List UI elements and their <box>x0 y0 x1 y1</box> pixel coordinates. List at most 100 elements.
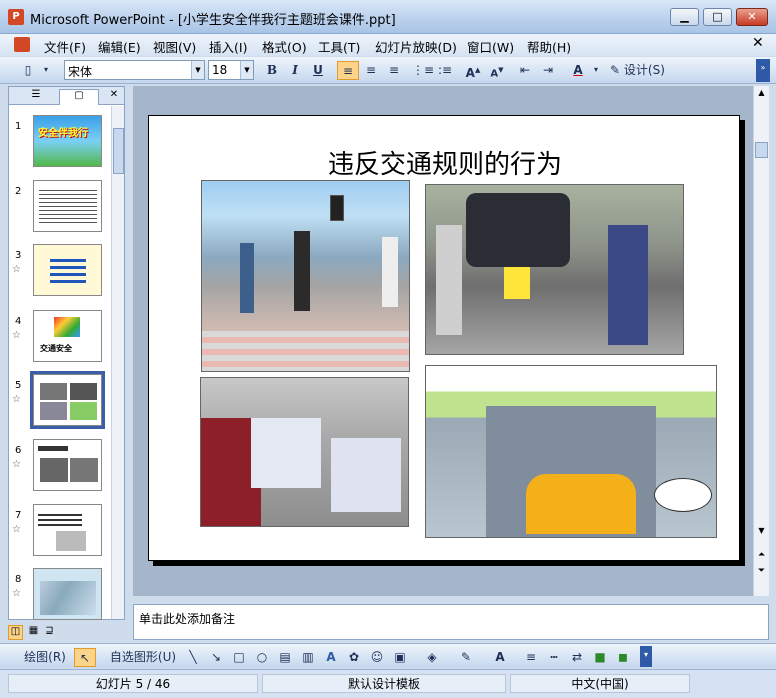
menu-bar: 文件(F) 编辑(E) 视图(V) 插入(I) 格式(O) 工具(T) 幻灯片放… <box>0 34 776 56</box>
menu-view[interactable]: 视图(V) <box>153 37 196 56</box>
3d-style-icon[interactable]: ◼ <box>614 648 632 667</box>
editor-horizontal-scrollbar[interactable] <box>133 596 769 604</box>
select-pointer-icon[interactable]: ↖ <box>74 648 96 667</box>
menu-file[interactable]: 文件(F) <box>44 37 86 56</box>
textbox-tool-icon[interactable]: ▤ <box>276 648 294 667</box>
thumbnail-title: 安全伴我行 <box>38 128 88 139</box>
slide-title[interactable]: 违反交通规则的行为 <box>149 144 741 181</box>
editor-scroll-thumb[interactable] <box>755 142 768 158</box>
powerpoint-app-icon[interactable]: P <box>8 9 24 25</box>
design-template-status: 默认设计模板 <box>262 674 506 693</box>
oval-tool-icon[interactable]: ○ <box>253 648 271 667</box>
animation-star-icon: ☆ <box>12 330 21 341</box>
new-file-icon[interactable]: ▯ <box>18 61 38 80</box>
menu-format[interactable]: 格式(O) <box>262 37 307 56</box>
chevron-down-icon[interactable]: ▾ <box>591 61 601 80</box>
slide-thumbnail-7[interactable] <box>33 504 102 556</box>
scroll-down-icon[interactable]: ▼ <box>754 526 769 540</box>
normal-view-icon[interactable]: ◫ <box>8 625 23 640</box>
draw-menu-button[interactable]: 绘图(R) <box>18 648 72 667</box>
menu-window[interactable]: 窗口(W) <box>467 37 514 56</box>
slide-thumbnail-6[interactable] <box>33 439 102 491</box>
picture-icon[interactable]: ▣ <box>391 648 409 667</box>
underline-button[interactable]: U <box>309 61 327 80</box>
formatting-toolbar: ▯ ▾ 宋体 ▼ 18 ▼ B I U ≡ ≡ ≡ ⋮≡ :≡ A▲ A▼ ⇤ ⇥ … <box>0 57 776 84</box>
slide-number: 6 <box>15 445 22 456</box>
slide-thumbnail-4[interactable]: 交通安全 <box>33 310 102 362</box>
document-close-icon[interactable]: ✕ <box>752 35 764 51</box>
menu-edit[interactable]: 编辑(E) <box>98 37 141 56</box>
thumbnail-photo <box>70 383 97 400</box>
cartoon-road-illustration[interactable] <box>425 365 717 538</box>
menu-slideshow[interactable]: 幻灯片放映(D) <box>375 37 457 56</box>
document-icon[interactable] <box>14 37 30 52</box>
close-button[interactable]: ✕ <box>736 8 768 26</box>
panel-close-icon[interactable]: ✕ <box>107 89 121 105</box>
animation-star-icon: ☆ <box>12 588 21 599</box>
increase-font-button[interactable]: A▲ <box>463 61 483 80</box>
diagram-icon[interactable]: ✿ <box>345 648 363 667</box>
notes-placeholder[interactable]: 单击此处添加备注 <box>139 610 235 627</box>
align-right-button[interactable]: ≡ <box>384 61 404 80</box>
font-color-button[interactable]: A <box>567 61 589 80</box>
slide-thumbnail-1[interactable]: 安全伴我行 <box>33 115 102 167</box>
photo-crosswalk[interactable] <box>201 180 410 372</box>
slide-thumbnail-2[interactable] <box>33 180 102 232</box>
menu-insert[interactable]: 插入(I) <box>209 37 247 56</box>
vertical-textbox-icon[interactable]: ▥ <box>299 648 317 667</box>
increase-indent-button[interactable]: ⇥ <box>538 61 558 80</box>
toolbar-options-icon[interactable]: ▾ <box>40 61 52 80</box>
previous-slide-icon[interactable]: ⏶ <box>754 550 769 564</box>
panel-scrollbar[interactable] <box>111 106 124 619</box>
slideshow-view-icon[interactable]: ⊒ <box>42 625 57 640</box>
menu-help[interactable]: 帮助(H) <box>527 37 571 56</box>
minimize-button[interactable]: ▁ <box>670 8 699 26</box>
scroll-up-icon[interactable]: ▲ <box>754 86 769 100</box>
student-group <box>251 418 321 488</box>
maximize-button[interactable]: □ <box>703 8 732 26</box>
numbering-button[interactable]: ⋮≡ <box>412 61 434 80</box>
panel-scroll-thumb[interactable] <box>113 128 124 174</box>
toolbar-overflow-icon[interactable]: » <box>756 59 770 82</box>
car-shape <box>466 193 570 267</box>
italic-button[interactable]: I <box>286 61 304 80</box>
slide-thumbnail-8[interactable] <box>33 568 102 620</box>
design-button[interactable]: ✎ 设计(S) <box>610 61 672 80</box>
fill-color-icon[interactable]: ◈ <box>420 648 444 667</box>
decrease-font-button[interactable]: A▼ <box>487 61 507 80</box>
line-color-icon[interactable]: ✎ <box>454 648 478 667</box>
bold-button[interactable]: B <box>263 61 281 80</box>
notes-pane[interactable]: 单击此处添加备注 <box>133 604 769 640</box>
autoshapes-menu-button[interactable]: 自选图形(U) <box>104 648 182 667</box>
outline-tab[interactable]: ☰ <box>19 89 53 105</box>
zebra-stripes <box>202 331 409 371</box>
slide-canvas[interactable]: 违反交通规则的行为 <box>148 115 740 561</box>
slide-thumbnail-5[interactable] <box>30 371 105 429</box>
font-name-select[interactable]: 宋体 ▼ <box>64 60 205 80</box>
align-center-button[interactable]: ≡ <box>361 61 381 80</box>
font-size-select[interactable]: 18 ▼ <box>208 60 254 80</box>
clipart-icon[interactable]: ☺ <box>368 648 386 667</box>
align-left-button[interactable]: ≡ <box>337 61 359 80</box>
menu-tools[interactable]: 工具(T) <box>318 37 360 56</box>
shadow-style-icon[interactable]: ■ <box>591 648 609 667</box>
slide-sorter-icon[interactable]: ▦ <box>26 625 41 640</box>
next-slide-icon[interactable]: ⏷ <box>754 566 769 580</box>
editor-vertical-scrollbar[interactable]: ▲ ▼ ⏶ ⏷ <box>753 86 769 596</box>
view-buttons: ◫ ▦ ⊒ <box>8 625 58 641</box>
bullets-button[interactable]: :≡ <box>435 61 455 80</box>
wordart-icon[interactable]: A <box>322 648 340 667</box>
dash-style-icon[interactable]: ┅ <box>545 648 563 667</box>
photo-running-boy[interactable] <box>425 184 684 355</box>
photo-students-road[interactable] <box>200 377 409 527</box>
arrow-style-icon[interactable]: ⇄ <box>568 648 586 667</box>
decrease-indent-button[interactable]: ⇤ <box>515 61 535 80</box>
line-tool-icon[interactable]: ╲ <box>184 648 202 667</box>
slides-tab[interactable]: ▢ <box>59 89 99 105</box>
arrow-tool-icon[interactable]: ↘ <box>207 648 225 667</box>
text-color-icon[interactable]: A <box>488 648 512 667</box>
drawbar-overflow-icon[interactable]: ▾ <box>640 646 652 667</box>
slide-thumbnail-3[interactable] <box>33 244 102 296</box>
line-style-icon[interactable]: ≡ <box>522 648 540 667</box>
rectangle-tool-icon[interactable]: □ <box>230 648 248 667</box>
